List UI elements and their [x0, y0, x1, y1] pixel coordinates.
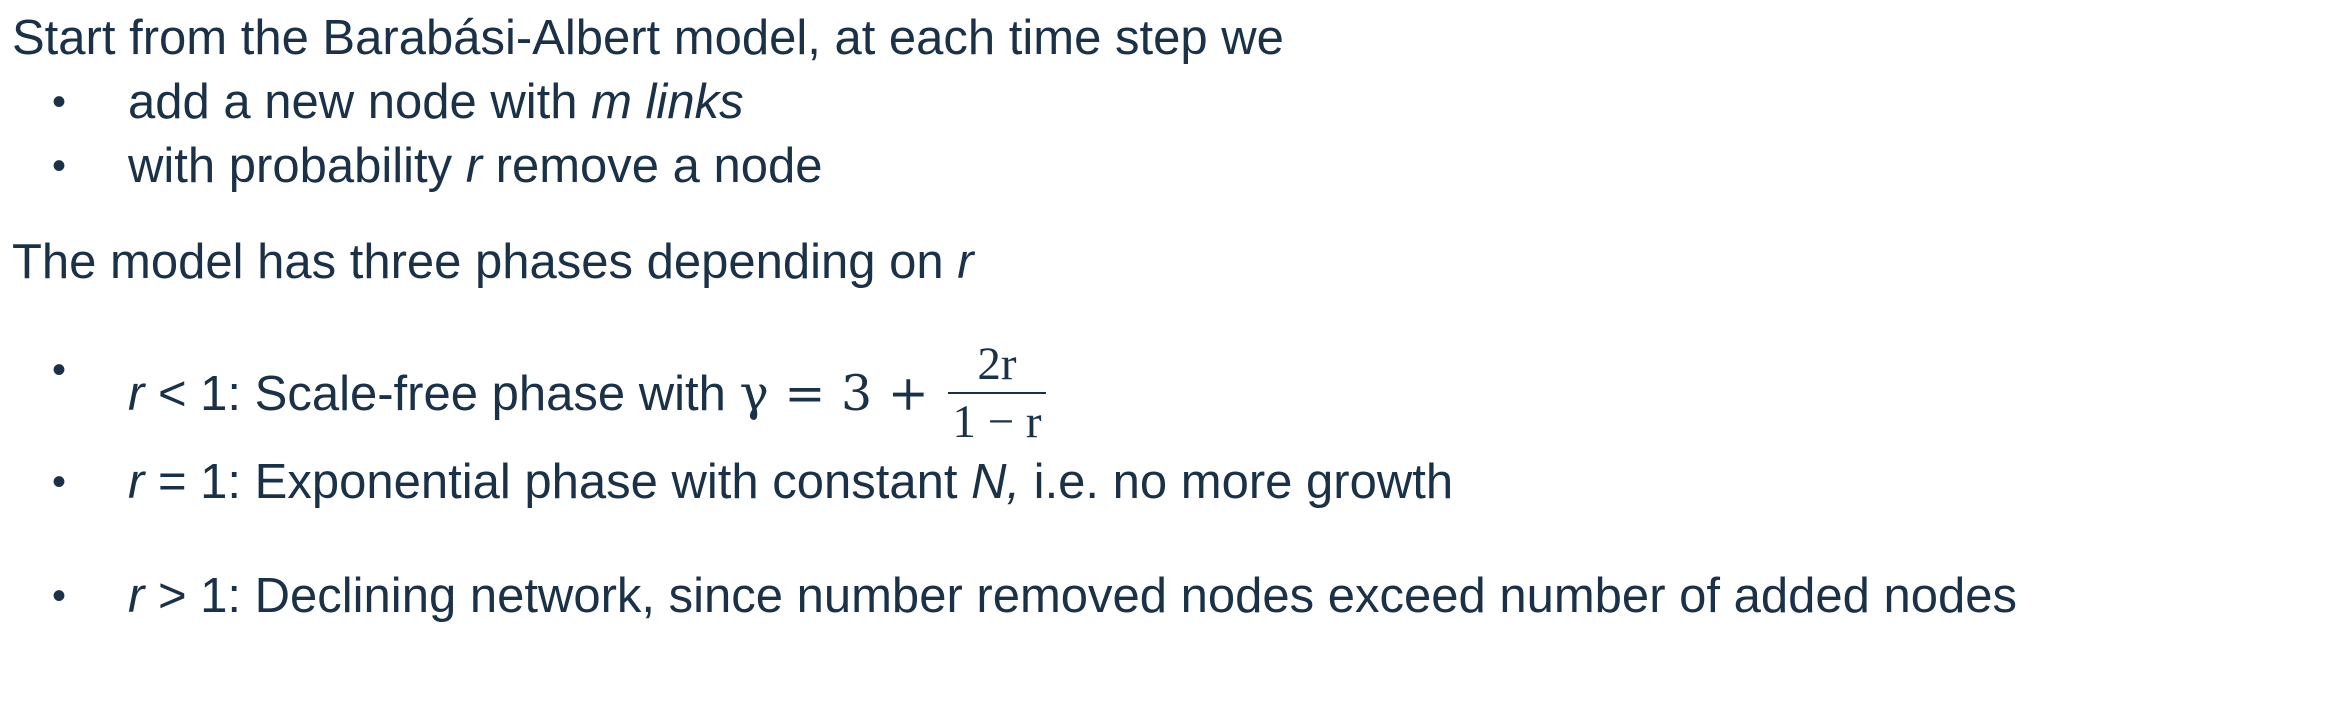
- gamma-formula-lhs: γ = 3 +: [739, 364, 945, 422]
- intro-text: Start from the Barabási-Albert model, at…: [12, 11, 1284, 65]
- phases-heading: The model has three phases depending on …: [12, 232, 974, 292]
- phase-1-var: r: [128, 366, 145, 421]
- phase-1-rest: < 1: Scale-free phase with: [144, 366, 740, 421]
- phase-3-text: r > 1: Declining network, since number r…: [128, 566, 2017, 626]
- phase-2-text: r = 1: Exponential phase with constant N…: [128, 452, 1453, 512]
- phase-2-var: r: [128, 455, 145, 509]
- bullet-icon: •: [52, 574, 67, 618]
- phase-2-emphasis: N,: [971, 455, 1021, 509]
- phases-heading-emphasis: r: [957, 235, 974, 289]
- step-2-post: remove a node: [482, 139, 823, 193]
- bullet-icon: •: [52, 144, 67, 188]
- fraction-denominator: 1 − r: [952, 396, 1042, 448]
- intro-line: Start from the Barabási-Albert model, at…: [12, 8, 1284, 68]
- step-1-text: add a new node with m links: [128, 72, 744, 132]
- step-1-pre: add a new node with: [128, 75, 592, 129]
- step-1-emphasis: m links: [591, 75, 744, 129]
- bullet-icon: •: [52, 348, 67, 392]
- fraction-numerator: 2r: [977, 338, 1017, 390]
- step-2-emphasis: r: [465, 139, 483, 193]
- phase-2-rest: = 1: Exponential phase with constant: [144, 455, 972, 509]
- phases-heading-text: The model has three phases depending on: [12, 235, 958, 289]
- bullet-icon: •: [52, 80, 67, 124]
- phase-1-text: r < 1: Scale-free phase with γ = 3 + 2r 1…: [128, 338, 1046, 454]
- phase-3-rest: > 1: Declining network, since number rem…: [144, 569, 2017, 623]
- bullet-icon: •: [52, 460, 67, 504]
- step-2-pre: with probability: [128, 139, 466, 193]
- phase-2-post: i.e. no more growth: [1020, 455, 1454, 509]
- gamma-fraction: 2r 1 − r: [948, 336, 1046, 450]
- phase-3-var: r: [128, 569, 145, 623]
- step-2-text: with probability r remove a node: [128, 136, 823, 196]
